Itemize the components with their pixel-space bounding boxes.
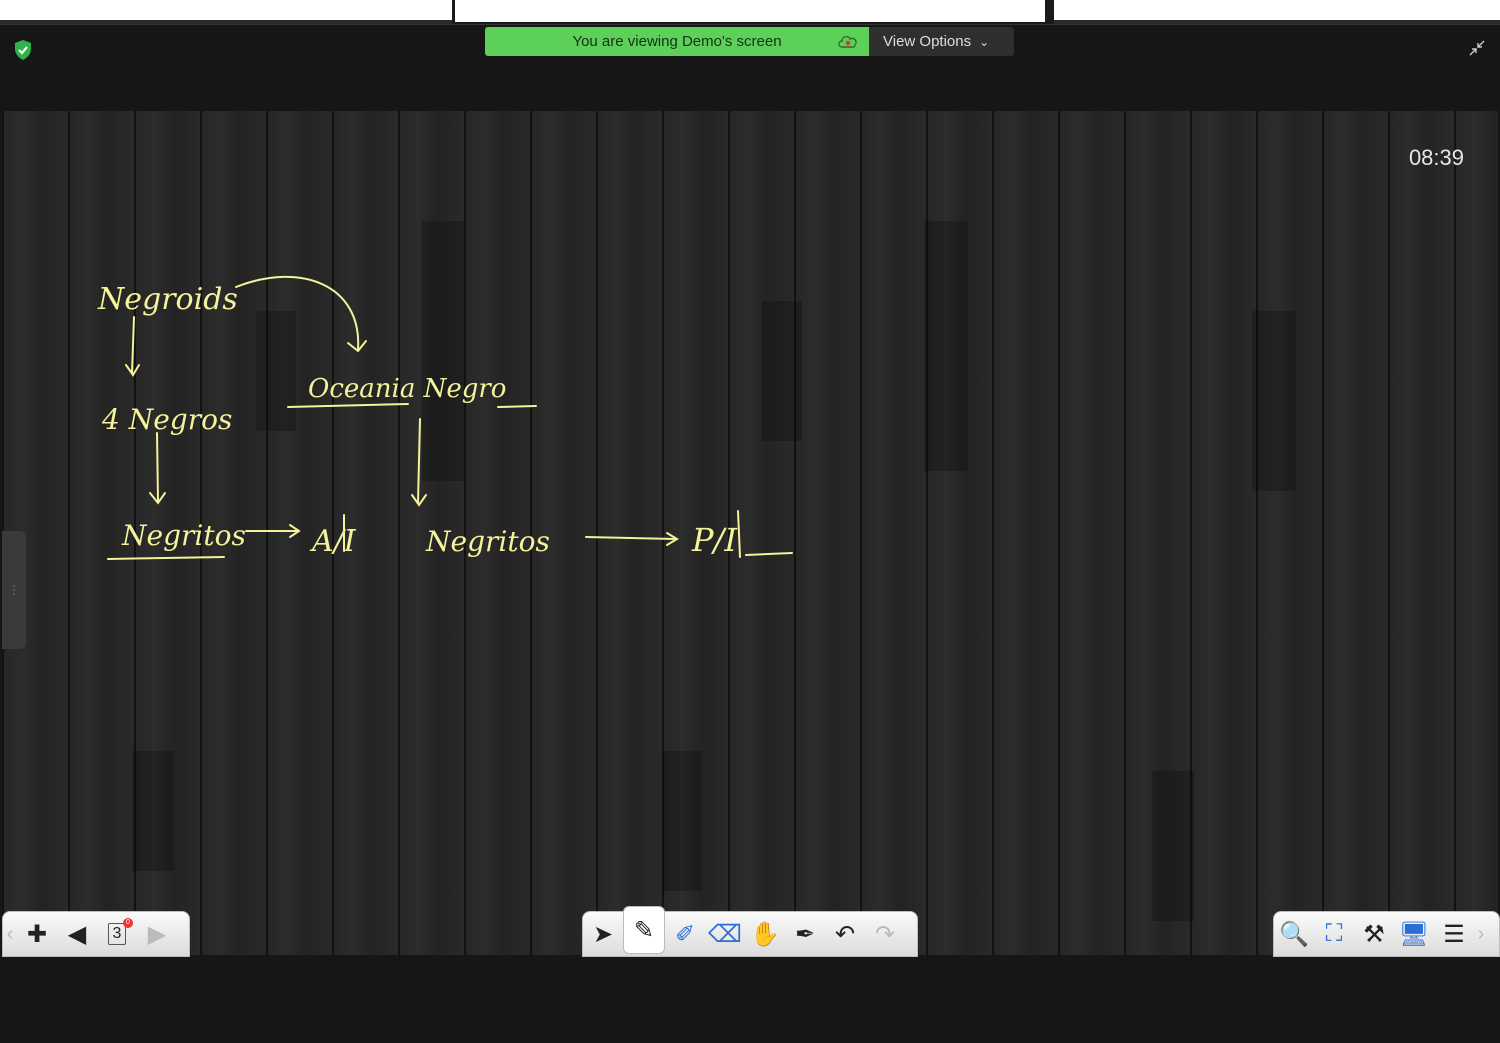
add-page-button[interactable]: ✚ xyxy=(17,914,57,954)
eraser-icon: ⌫ xyxy=(708,920,742,948)
next-page-button[interactable]: ▶ xyxy=(137,914,177,954)
screen-share-banner: You are viewing Demo's screen xyxy=(485,27,869,56)
eraser-tool-button[interactable]: ⌫ xyxy=(705,914,745,954)
cloud-recording-icon xyxy=(838,35,857,48)
handwritten-diagram: Negroids 4 Negros Oceania Negro Negritos… xyxy=(97,275,793,560)
chevron-down-icon: ⌄ xyxy=(979,34,990,49)
underline-oceania xyxy=(287,403,409,408)
whiteboard-canvas[interactable]: 08:39 Negroids 4 Negros Oceania Negro Ne… xyxy=(2,111,1498,955)
monitor-icon: 🖥 xyxy=(1398,920,1430,948)
select-tool-button[interactable]: ➤ xyxy=(583,914,623,954)
drawing-toolbar: ➤ ✎ ✐ ⌫ ✋ ✒ ↶ ↷ xyxy=(582,906,918,957)
magic-pen-icon: ✒ xyxy=(794,920,816,948)
page-counter-button[interactable]: 3 0 xyxy=(97,914,137,954)
handle-icon: ⋮ xyxy=(8,583,20,597)
participant-strip xyxy=(0,0,1500,24)
tools-button[interactable]: ⚒ xyxy=(1354,914,1394,954)
screen-capture-button[interactable]: ⛶ xyxy=(1314,914,1354,954)
underline-negro xyxy=(497,405,537,408)
triangle-right-icon: ▶ xyxy=(147,920,167,948)
capture-icon: ⛶ xyxy=(1325,920,1343,947)
exit-fullscreen-icon[interactable] xyxy=(1468,39,1486,57)
pan-tool-button[interactable]: ✋ xyxy=(745,914,785,954)
arrow-negritos-to-pi xyxy=(585,532,679,546)
handwriting-4-negros: 4 Negros xyxy=(101,403,232,436)
arrow-negritos-to-ai xyxy=(245,524,301,538)
view-options-button[interactable]: View Options ⌄ xyxy=(869,27,1014,56)
arrow-negroids-to-4negros xyxy=(125,316,140,377)
divider-pi xyxy=(737,510,741,558)
handwriting-pi: P/I xyxy=(691,521,738,559)
display-button[interactable]: 🖥 xyxy=(1394,914,1434,954)
scroll-left-icon[interactable]: ‹ xyxy=(3,923,17,946)
banner-text: You are viewing Demo's screen xyxy=(572,33,782,50)
menu-button[interactable]: ☰ xyxy=(1434,914,1474,954)
cursor-arrow-icon: ➤ xyxy=(592,920,614,948)
handwriting-negritos-right: Negritos xyxy=(425,525,550,558)
side-panel-handle[interactable]: ⋮ xyxy=(2,531,26,649)
arrow-4negros-to-negritos xyxy=(149,432,166,505)
zoom-button[interactable]: 🔍 xyxy=(1274,914,1314,954)
triangle-left-icon: ◀ xyxy=(67,920,87,948)
hand-icon: ✋ xyxy=(750,920,780,948)
highlighter-icon: ✐ xyxy=(674,920,696,948)
handwriting-negritos-left: Negritos xyxy=(121,519,246,552)
utility-toolbar: 🔍 ⛶ ⚒ 🖥 ☰ › xyxy=(1273,911,1500,957)
menu-icon: ☰ xyxy=(1443,920,1465,948)
magic-pen-button[interactable]: ✒ xyxy=(785,914,825,954)
marker-tool-button[interactable]: ✐ xyxy=(665,914,705,954)
arrow-negroids-to-oceania xyxy=(235,275,367,353)
redo-button[interactable]: ↷ xyxy=(865,914,905,954)
notification-badge: 0 xyxy=(123,918,133,928)
pen-icon: ✎ xyxy=(633,916,655,944)
underline-negritos xyxy=(107,556,225,560)
redo-icon: ↷ xyxy=(874,920,896,948)
undo-icon: ↶ xyxy=(834,920,856,948)
undo-button[interactable]: ↶ xyxy=(825,914,865,954)
underline-pi xyxy=(745,552,793,556)
previous-page-button[interactable]: ◀ xyxy=(57,914,97,954)
handwriting-ai: A/I xyxy=(309,524,357,559)
participant-thumbnail[interactable] xyxy=(1054,0,1500,22)
arrow-oceania-to-negritos xyxy=(411,418,427,507)
handwriting-oceania-negro: Oceania Negro xyxy=(308,374,506,404)
meeting-window: You are viewing Demo's screen View Optio… xyxy=(0,24,1500,1043)
participant-thumbnail[interactable] xyxy=(455,0,1045,22)
magnifier-icon: 🔍 xyxy=(1279,920,1309,948)
participant-thumbnail[interactable] xyxy=(0,0,452,22)
handwriting-negroids: Negroids xyxy=(97,282,238,317)
view-options-label: View Options xyxy=(883,33,972,50)
security-shield-icon[interactable] xyxy=(12,39,34,61)
pen-tool-button[interactable]: ✎ xyxy=(623,906,665,954)
page-toolbar: ‹ ✚ ◀ 3 0 ▶ xyxy=(2,911,190,957)
tools-icon: ⚒ xyxy=(1363,920,1385,948)
plus-icon: ✚ xyxy=(26,920,48,948)
scroll-right-icon[interactable]: › xyxy=(1474,923,1488,946)
